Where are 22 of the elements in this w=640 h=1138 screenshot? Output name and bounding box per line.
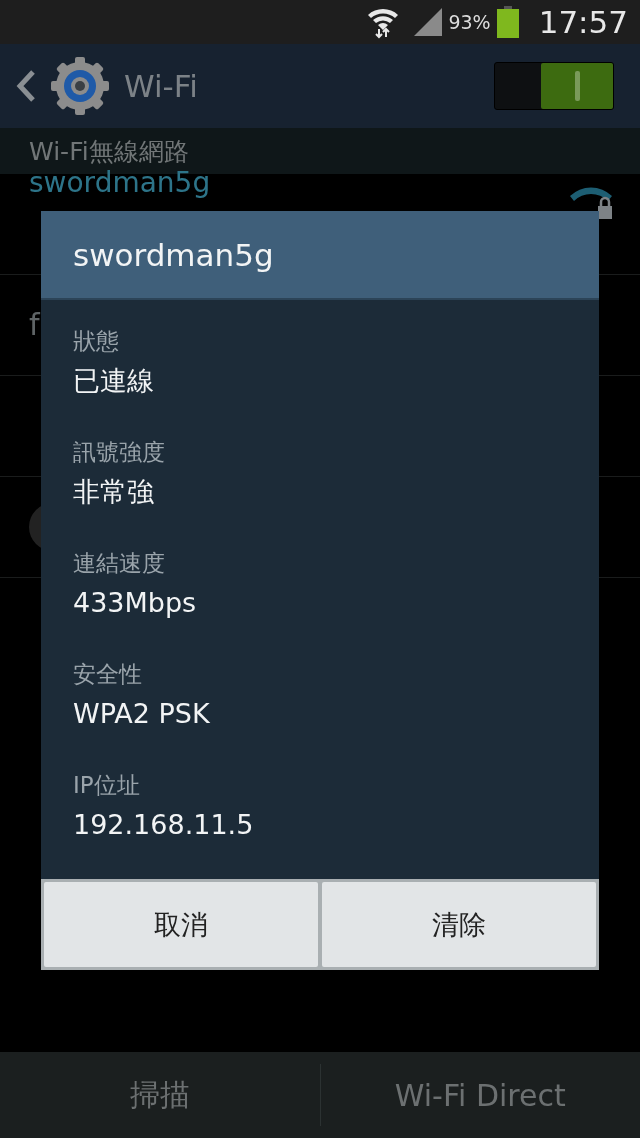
field-label: 訊號強度 (73, 438, 165, 467)
cell-signal-icon (414, 8, 443, 36)
dialog-button[interactable]: 取消 (44, 882, 318, 967)
field-label: 安全性 (73, 660, 142, 689)
wifi-switch[interactable] (494, 62, 614, 110)
gear-icon (50, 56, 110, 116)
dialog-button[interactable]: 清除 (322, 882, 596, 967)
field-value: 192.168.11.5 (73, 808, 254, 842)
network-name: f (29, 307, 40, 343)
screen-title: Wi-Fi (124, 68, 198, 104)
field-value: 433Mbps (73, 586, 197, 620)
field-label: 連結速度 (73, 549, 165, 578)
back-icon[interactable] (16, 69, 36, 103)
clock: 17:57 (538, 4, 628, 40)
field-value: WPA2 PSK (73, 697, 210, 731)
dialog-title: swordman5g (41, 211, 599, 300)
battery-icon (496, 6, 519, 38)
field-value: 非常強 (73, 475, 154, 509)
field-value: 已連線 (73, 364, 154, 398)
field-label: 狀態 (73, 327, 119, 356)
battery-percent: 93% (448, 11, 491, 33)
field-label: IP位址 (73, 771, 140, 800)
